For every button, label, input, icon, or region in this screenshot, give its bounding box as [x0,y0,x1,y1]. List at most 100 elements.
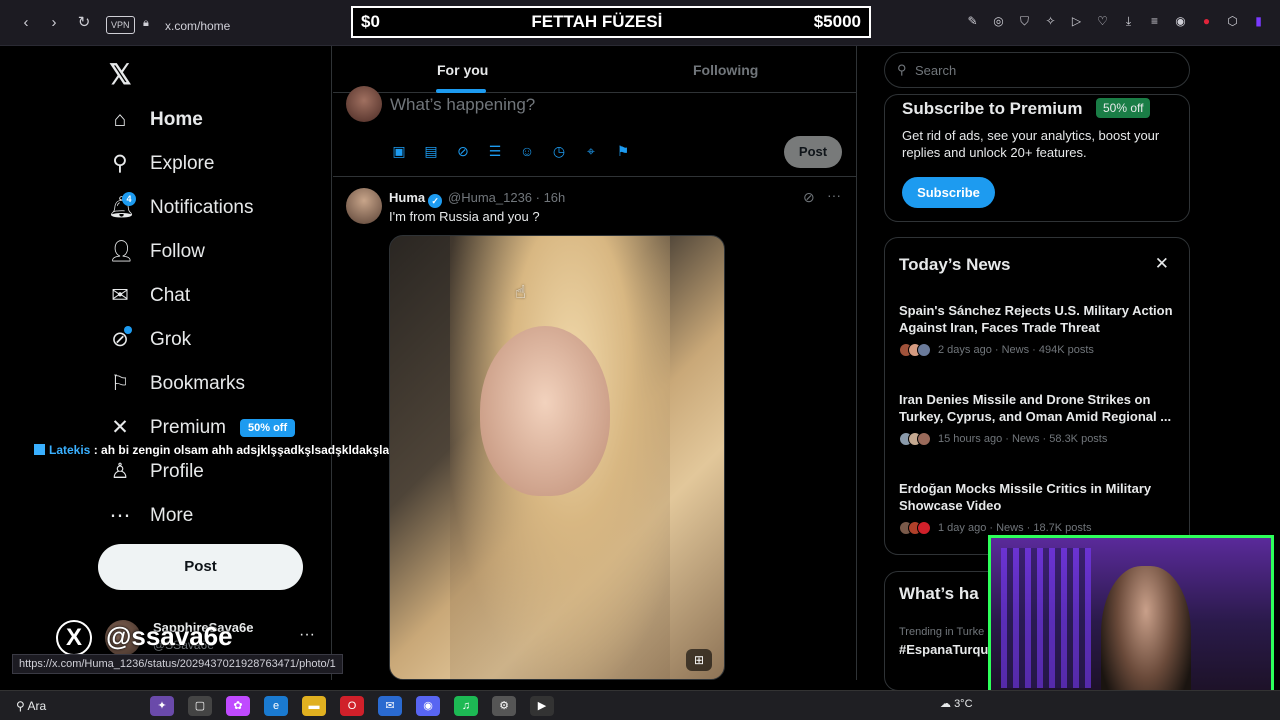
compose-input[interactable]: What’s happening? [390,95,535,115]
back-icon[interactable]: ‹ [16,13,36,33]
chat-platform-icon [34,444,45,455]
record-icon[interactable]: ● [1199,14,1214,29]
app-icon[interactable]: ⚙ [492,696,516,716]
play-icon[interactable]: ▷ [1069,14,1084,29]
search-input[interactable]: ⚲ Search [884,52,1190,88]
profile-icon[interactable]: ◉ [1173,14,1188,29]
avatar-stack [899,343,931,357]
edit-icon[interactable]: ✎ [965,14,980,29]
avatar[interactable] [346,86,382,122]
lock-icon[interactable]: 🔒︎ [143,17,149,30]
tweet-author[interactable]: Huma ✓ [389,190,443,208]
folder-icon[interactable]: ▬ [302,696,326,716]
x-icon: ✕ [111,416,129,439]
tweet-text: I'm from Russia and you ? [389,209,540,224]
divider [333,176,856,177]
reload-icon[interactable]: ↻ [74,13,94,33]
widget-icon[interactable]: ✦ [150,696,174,716]
shield-icon[interactable]: ⛉ [1017,14,1032,29]
tweet-handle-time[interactable]: @Huma_1236 · 16h [448,190,565,205]
news-item[interactable]: Erdoğan Mocks Missile Critics in Militar… [899,480,1184,535]
sidebar-item-explore[interactable]: ⚲ Explore [108,146,214,182]
sidebar-item-notifications[interactable]: 🔔︎ 4 Notifications [108,190,254,226]
forward-icon[interactable]: › [44,13,64,33]
vpn-button[interactable]: VPN [106,16,135,34]
goal-start: $0 [361,12,380,31]
news-card: Today’s News ✕ Spain's Sánchez Rejects U… [884,237,1190,555]
close-icon[interactable]: ✕ [1155,254,1169,274]
address-bar[interactable]: x.com/home [165,19,230,33]
schedule-icon[interactable]: ◷ [551,143,567,159]
compose-post-button[interactable]: Post [784,136,842,168]
search-placeholder: Search [915,63,957,78]
grok-icon[interactable]: ⊘ [803,189,815,206]
tab-for-you[interactable]: For you [437,62,488,78]
discord-icon[interactable]: ◉ [416,696,440,716]
news-meta-row: 15 hours ago · News · 58.3K posts [899,432,1184,446]
post-button[interactable]: Post [98,544,303,590]
flag-icon[interactable]: ⚑ [615,143,631,159]
x-logo-icon[interactable]: 𝕏 [109,58,132,91]
poll-icon[interactable]: ☰ [487,143,503,159]
heart-icon[interactable]: ♡ [1095,14,1110,29]
goal-title: FETTAH FÜZESİ [531,12,663,31]
sidebar-item-chat[interactable]: ✉ Chat [108,278,190,314]
media-player-icon[interactable]: ▶ [530,696,554,716]
more-icon[interactable]: ··· [299,626,315,644]
news-meta-row: 1 day ago · News · 18.7K posts [899,521,1184,535]
edge-icon[interactable]: e [264,696,288,716]
avatar[interactable] [346,188,382,224]
cube-icon[interactable]: ⬡ [1225,14,1240,29]
opera-icon[interactable]: O [340,696,364,716]
location-icon[interactable]: ⌖ [583,143,599,159]
news-meta: 2 days ago · News · 494K posts [938,344,1094,356]
more-icon[interactable]: ··· [827,187,841,203]
sidebar-item-label: Profile [150,461,204,482]
camera-icon[interactable]: ◎ [991,14,1006,29]
notification-badge: 4 [122,192,136,206]
weather-temp: 3°C [954,698,973,710]
sidebar-item-label: Premium [150,417,227,438]
sidebar-item-profile[interactable]: ♙ Profile [108,454,204,490]
task-view-icon[interactable]: ▢ [188,696,212,716]
sidebar-item-premium[interactable]: ✕ Premium 50% off [108,410,296,446]
sidebar-icon[interactable]: ▮ [1251,14,1266,29]
mail-icon: ✉ [111,284,129,307]
sidebar-item-label: Notifications [150,197,254,218]
premium-title: Subscribe to Premium [902,99,1083,118]
copilot-icon[interactable]: ✿ [226,696,250,716]
taskbar-search[interactable]: ⚲ Ara [16,699,46,713]
sidebar-item-more[interactable]: ⋯ More [108,498,194,534]
search-icon: ⚲ [897,62,907,77]
sidebar-item-label: Follow [150,241,205,262]
grok-icon[interactable]: ⊘ [455,143,471,159]
sidebar-item-bookmarks[interactable]: ⚐ Bookmarks [108,366,245,402]
trend-item[interactable]: #EspanaTurqu [899,642,988,657]
gif-icon[interactable]: ▤ [423,143,439,159]
news-meta: 1 day ago · News · 18.7K posts [938,522,1092,534]
image-icon[interactable]: ▣ [391,143,407,159]
sidebar-item-home[interactable]: ⌂ Home [108,102,203,138]
news-item[interactable]: Spain's Sánchez Rejects U.S. Military Ac… [899,302,1184,357]
bell-icon: 🔔︎ 4 [108,192,136,219]
news-item[interactable]: Iran Denies Missile and Drone Strikes on… [899,391,1184,446]
extension-icon[interactable]: ✧ [1043,14,1058,29]
windows-taskbar: ⚲ Ara ✦ ▢ ✿ e ▬ O ✉ ◉ ♫ ⚙ ▶ ☁ 3°C [0,690,1280,720]
emoji-icon[interactable]: ☺ [519,143,535,159]
download-icon[interactable]: ⤓ [1121,14,1136,29]
taskbar-apps: ✦ ▢ ✿ e ▬ O ✉ ◉ ♫ ⚙ ▶ [150,696,554,716]
search-icon: ⚲ [112,152,128,175]
outlook-icon[interactable]: ✉ [378,696,402,716]
subscribe-button[interactable]: Subscribe [902,177,995,208]
sidebar-item-follow[interactable]: 👤︎ Follow [108,234,205,270]
tweet-photo[interactable]: ⊞ [389,235,725,680]
spotify-icon[interactable]: ♫ [454,696,478,716]
tweet-author-name: Huma [389,190,426,205]
weather-widget[interactable]: ☁ 3°C [940,697,973,710]
person-icon: ♙ [110,460,130,483]
tab-following[interactable]: Following [693,62,758,78]
trend-label: Trending in Turke [899,626,985,638]
grok-image-icon[interactable]: ⊞ [686,649,712,671]
sidebar-item-grok[interactable]: ⊘ Grok [108,322,191,358]
menu-icon[interactable]: ≡ [1147,14,1162,29]
